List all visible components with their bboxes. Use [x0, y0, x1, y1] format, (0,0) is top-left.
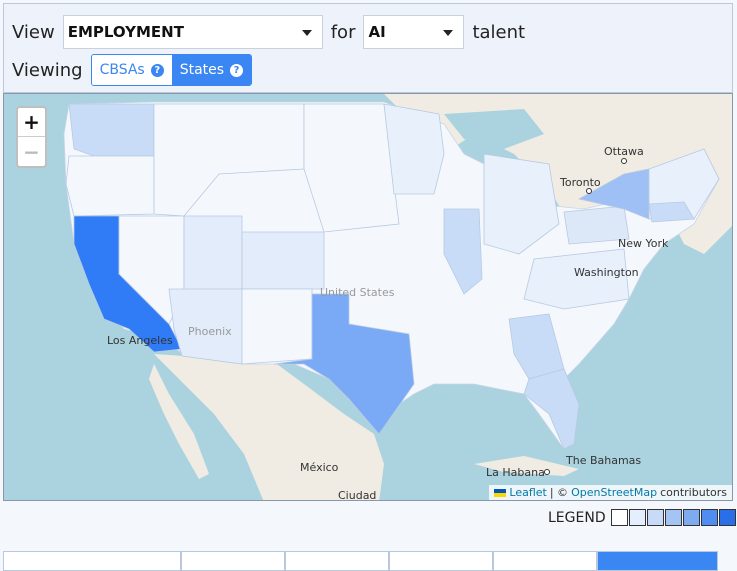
metric-select-value: EMPLOYMENT	[67, 23, 184, 41]
geography-toggle: CBSAs ? States ?	[90, 54, 253, 86]
ottawa-marker	[621, 158, 627, 164]
zoom-control: + −	[16, 106, 47, 168]
map-container[interactable]: United States Phoenix Los Angeles México…	[3, 93, 733, 501]
state-dakotas[interactable]	[303, 103, 400, 233]
chevron-down-icon	[301, 30, 312, 36]
toggle-cbsas-label: CBSAs	[99, 62, 145, 78]
zoom-out-button[interactable]: −	[18, 137, 45, 166]
talent-select[interactable]: AI	[363, 15, 465, 49]
viewing-row: Viewing CBSAs ? States ?	[12, 54, 253, 86]
openstreetmap-link[interactable]: OpenStreetMap	[571, 486, 657, 499]
controls-panel: View EMPLOYMENT for AI talent Viewing CB…	[3, 3, 733, 93]
attribution-separator: | ©	[549, 486, 569, 499]
metric-row: View EMPLOYMENT for AI talent	[12, 15, 525, 49]
state-new-mexico[interactable]	[241, 288, 313, 365]
leaflet-link[interactable]: Leaflet	[509, 486, 546, 499]
state-virginia-nc[interactable]	[523, 248, 630, 310]
table-header-cell[interactable]	[285, 551, 389, 571]
table-header-cell[interactable]	[3, 551, 181, 571]
zoom-in-button[interactable]: +	[18, 108, 45, 137]
state-colorado[interactable]	[241, 231, 325, 290]
for-label: for	[330, 21, 356, 43]
state-minnesota[interactable]	[383, 103, 445, 195]
legend-label: LEGEND	[548, 509, 606, 526]
map-attribution: Leaflet | © OpenStreetMap contributors	[489, 485, 732, 500]
map-label-ottawa: Ottawa	[604, 145, 644, 158]
toggle-cbsas-button[interactable]: CBSAs ?	[91, 55, 172, 85]
toggle-states-button[interactable]: States ?	[171, 55, 252, 85]
toggle-states-label: States	[179, 62, 225, 78]
map-label-washington: Washington	[574, 266, 639, 279]
chevron-down-icon	[443, 30, 454, 36]
state-oregon[interactable]	[65, 155, 155, 217]
help-icon[interactable]: ?	[230, 63, 244, 77]
ukraine-flag-icon	[494, 488, 507, 497]
talent-label: talent	[472, 21, 526, 43]
legend-swatch	[646, 509, 664, 526]
table-header-cell-active[interactable]	[597, 551, 718, 571]
legend-swatch	[682, 509, 700, 526]
state-washington[interactable]	[68, 103, 155, 157]
la-habana-marker	[544, 469, 550, 475]
table-header-cell[interactable]	[181, 551, 285, 571]
table-header-cell[interactable]	[493, 551, 597, 571]
legend-swatch	[664, 509, 682, 526]
attribution-contributors: contributors	[660, 486, 727, 499]
map-label-the-bahamas: The Bahamas	[566, 454, 642, 467]
table-header-cell[interactable]	[389, 551, 493, 571]
legend-swatch	[610, 509, 628, 526]
map-label-ciudad: Ciudad	[338, 489, 377, 501]
legend-swatch	[628, 509, 646, 526]
legend-swatch	[700, 509, 718, 526]
map-label-united-states: United States	[320, 286, 395, 299]
map-label-la-habana: La Habana	[486, 466, 545, 479]
legend-swatches	[610, 509, 737, 526]
legend: LEGEND	[548, 509, 737, 526]
map-label-phoenix: Phoenix	[188, 325, 232, 338]
toronto-marker	[586, 188, 592, 194]
state-utah[interactable]	[183, 215, 243, 295]
legend-swatch	[718, 509, 736, 526]
map-label-mexico: México	[300, 461, 339, 474]
metric-select[interactable]: EMPLOYMENT	[62, 15, 323, 49]
help-icon[interactable]: ?	[150, 63, 164, 77]
map-label-toronto: Toronto	[560, 176, 601, 189]
view-label: View	[12, 21, 55, 43]
viewing-label: Viewing	[12, 59, 83, 81]
map-label-los-angeles: Los Angeles	[107, 334, 173, 347]
data-table-header	[3, 551, 733, 571]
map-label-new-york: New York	[618, 237, 669, 250]
talent-select-value: AI	[368, 23, 386, 41]
